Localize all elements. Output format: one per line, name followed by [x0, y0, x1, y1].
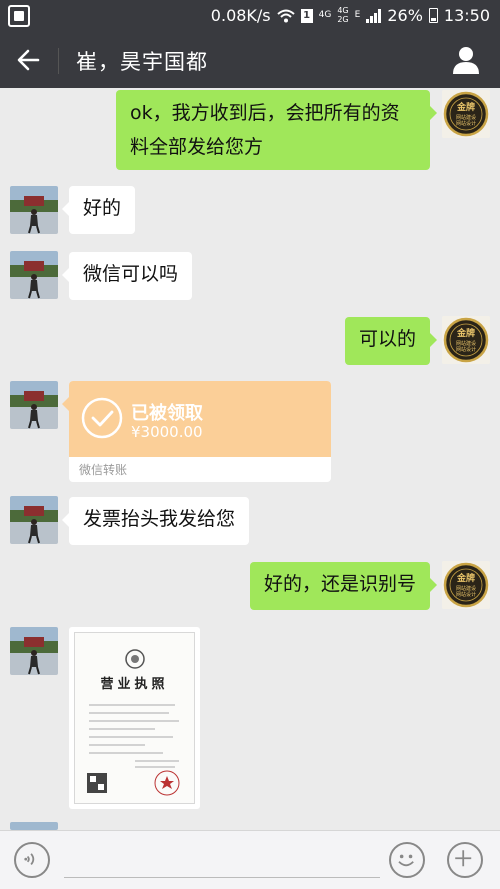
- contact-avatar[interactable]: [10, 381, 58, 429]
- svg-text:金牌: 金牌: [456, 572, 475, 584]
- svg-text:网站设计: 网站设计: [456, 120, 476, 127]
- notification-icon: [8, 5, 30, 27]
- image-message-business-license[interactable]: 营业执照: [69, 627, 200, 809]
- svg-text:网站设计: 网站设计: [456, 346, 476, 353]
- voice-input-icon[interactable]: [14, 842, 50, 878]
- contact-avatar[interactable]: [10, 496, 58, 544]
- transfer-label: 微信转账: [79, 463, 128, 477]
- back-arrow-icon[interactable]: [10, 42, 50, 78]
- battery-icon: [428, 8, 438, 23]
- my-avatar[interactable]: 金牌 网站建设 网站设计: [442, 316, 490, 364]
- network-4g-label: 4G: [318, 10, 332, 20]
- check-circle-icon: [81, 397, 123, 439]
- more-plus-icon[interactable]: [447, 842, 483, 878]
- network-speed: 0.08K/s: [210, 6, 271, 25]
- svg-text:网站建设: 网站建设: [456, 340, 476, 347]
- transfer-amount: ¥3000.00: [131, 423, 203, 441]
- signal-icon: [366, 8, 382, 23]
- contact-avatar[interactable]: [10, 186, 58, 234]
- svg-text:金牌: 金牌: [456, 101, 475, 113]
- battery-percent: 26%: [387, 6, 423, 25]
- contact-avatar[interactable]: [10, 627, 58, 675]
- transfer-status: 已被领取: [131, 403, 203, 424]
- sim-1-icon: 1: [300, 8, 313, 23]
- chat-header: 崔，昊宇国都: [0, 32, 500, 88]
- clock: 13:50: [443, 6, 490, 25]
- contact-avatar[interactable]: [10, 822, 58, 830]
- input-underline: [64, 877, 380, 878]
- my-avatar[interactable]: 金牌 网站建设 网站设计: [442, 561, 490, 609]
- message-input[interactable]: [64, 843, 380, 875]
- chat-title: 崔，昊宇国都: [76, 50, 208, 74]
- license-title: 营业执照: [100, 677, 169, 692]
- emoji-icon[interactable]: [389, 842, 425, 878]
- contact-avatar[interactable]: [10, 251, 58, 299]
- message-text-line: ok，我方收到后，会把所有的资: [130, 102, 400, 124]
- wifi-icon: [276, 9, 295, 22]
- my-avatar[interactable]: 金牌 网站建设 网站设计: [442, 90, 490, 138]
- message-bubble-outgoing[interactable]: ok，我方收到后，会把所有的资 料全部发给您方: [116, 90, 437, 170]
- chat-info-person-icon[interactable]: [450, 44, 482, 76]
- svg-text:网站建设: 网站建设: [456, 114, 476, 121]
- message-text-line: 料全部发给您方: [130, 136, 264, 158]
- svg-text:金牌: 金牌: [456, 327, 475, 339]
- wechat-transfer-card[interactable]: 已被领取 ¥3000.00 微信转账: [62, 381, 331, 482]
- chat-input-bar: [0, 830, 500, 889]
- svg-text:网站建设: 网站建设: [456, 585, 476, 592]
- header-divider: [58, 48, 59, 74]
- national-emblem-icon: [87, 649, 180, 796]
- message-bubble-incoming[interactable]: 微信可以吗: [61, 252, 193, 300]
- network-4g2g-label: 4G 2G: [337, 6, 349, 24]
- business-license-document: 营业执照: [74, 632, 195, 804]
- svg-text:网站设计: 网站设计: [456, 591, 476, 598]
- message-bubble-incoming[interactable]: 好的: [61, 186, 136, 234]
- message-bubble-outgoing[interactable]: 可以的: [344, 317, 438, 365]
- message-bubble-outgoing[interactable]: 好的，还是识别号: [249, 562, 438, 610]
- status-bar: 0.08K/s 1 4G 4G 2G E 26% 13:50: [0, 0, 500, 32]
- network-e-label: E: [354, 10, 361, 20]
- message-bubble-incoming[interactable]: 发票抬头我发给您: [61, 497, 250, 545]
- status-right: 0.08K/s 1 4G 4G 2G E 26% 13:50: [211, 6, 490, 25]
